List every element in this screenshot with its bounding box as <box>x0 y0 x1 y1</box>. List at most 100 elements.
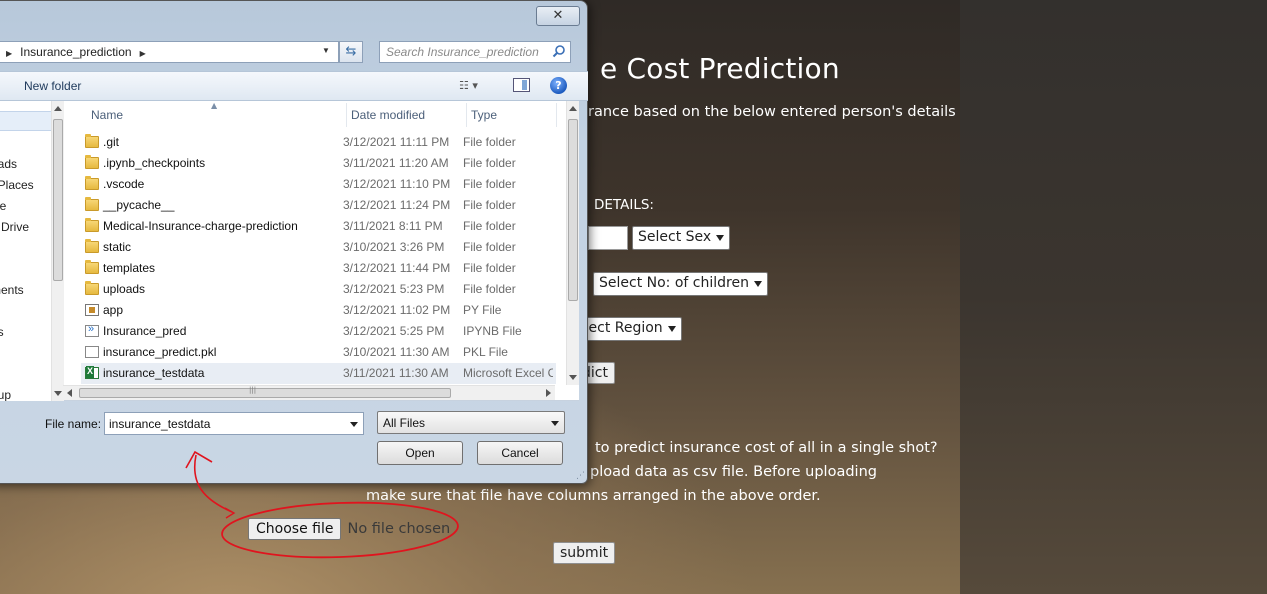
nav-item[interactable]: t Places <box>0 175 51 195</box>
file-date: 3/12/2021 11:10 PM <box>343 177 451 191</box>
file-row[interactable]: static 3/10/2021 3:26 PM File folder <box>81 237 556 258</box>
nav-item[interactable]: ments <box>0 280 51 300</box>
bulk-upload-line-3: make sure that file have columns arrange… <box>366 488 821 504</box>
files-scroll-thumb[interactable] <box>568 119 578 301</box>
details-label: DETAILS: <box>594 197 654 213</box>
file-name: .vscode <box>103 177 145 191</box>
close-button[interactable]: ✕ <box>536 6 580 26</box>
nav-item[interactable]: oads <box>0 154 51 174</box>
bulk-upload-line-2: pload data as csv file. Before uploading <box>590 464 877 480</box>
file-row[interactable]: Medical-Insurance-charge-prediction 3/11/… <box>81 216 556 237</box>
nav-item[interactable]: p <box>0 133 51 153</box>
notebook-file-icon <box>85 323 99 337</box>
address-dropdown-icon[interactable]: ▼ <box>322 46 330 55</box>
sex-select[interactable]: Select Sex <box>632 226 731 250</box>
refresh-button[interactable]: ⇆ <box>339 41 363 63</box>
scroll-left-icon[interactable] <box>67 389 72 397</box>
change-view-icon[interactable]: ☷ ▾ <box>459 79 478 92</box>
file-row[interactable]: insurance_testdata 3/11/2021 11:30 AM Micr… <box>81 363 556 384</box>
files-scrollbar[interactable] <box>566 101 579 385</box>
nav-item[interactable]: es <box>0 322 51 342</box>
column-date-label: Date modified <box>351 108 426 122</box>
address-path: Insurance_prediction <box>20 45 132 59</box>
bulk-upload-line-1: to predict insurance cost of all in a si… <box>595 440 938 456</box>
file-name: .git <box>103 135 120 149</box>
folder-icon <box>85 176 99 190</box>
nav-scrollbar[interactable] <box>51 101 64 401</box>
refresh-icon: ⇆ <box>345 44 357 59</box>
file-row[interactable]: insurance_predict.pkl 3/10/2021 11:30 AM P… <box>81 342 556 363</box>
file-row[interactable]: uploads 3/12/2021 5:23 PM File folder <box>81 279 556 300</box>
breadcrumb-arrow-icon: ▶ <box>6 49 13 58</box>
file-date: 3/12/2021 11:11 PM <box>343 135 450 149</box>
file-name: __pycache__ <box>103 198 175 212</box>
cancel-button[interactable]: Cancel <box>477 441 563 465</box>
file-date: 3/11/2021 8:11 PM <box>343 219 443 233</box>
horizontal-scroll-thumb[interactable] <box>79 388 451 398</box>
file-row[interactable]: __pycache__ 3/12/2021 11:24 PM File folder <box>81 195 556 216</box>
nav-scroll-thumb[interactable] <box>53 119 63 281</box>
file-row[interactable]: .git 3/12/2021 11:11 PM File folder <box>81 132 556 153</box>
file-name: static <box>103 240 132 254</box>
page-subtitle: rance based on the below entered person'… <box>588 104 956 120</box>
excel-file-icon <box>85 366 99 379</box>
folder-icon <box>85 281 99 295</box>
age-input[interactable] <box>588 226 628 250</box>
submit-button-label: submit <box>560 545 609 561</box>
nav-item[interactable]: ive <box>0 196 51 216</box>
file-name: uploads <box>103 282 146 296</box>
horizontal-scrollbar[interactable]: ||| <box>63 385 555 400</box>
address-bar[interactable]: ▶ Insurance_prediction ▶ ▼ <box>0 41 339 63</box>
column-header-date[interactable]: Date modified <box>347 103 467 127</box>
scroll-right-icon[interactable] <box>546 389 551 397</box>
file-type: Microsoft Excel C <box>463 366 553 380</box>
scroll-grip-icon: ||| <box>249 386 257 394</box>
file-date: 3/10/2021 11:30 AM <box>343 345 450 359</box>
file-name: .ipynb_checkpoints <box>103 156 206 170</box>
file-date: 3/12/2021 5:23 PM <box>343 282 445 296</box>
nav-item[interactable]: s <box>0 111 53 131</box>
file-row[interactable]: .ipynb_checkpoints 3/11/2021 11:20 AM File… <box>81 153 556 174</box>
nav-item[interactable]: e Drive <box>0 217 51 237</box>
scroll-up-icon[interactable] <box>569 106 577 111</box>
dialog-toolbar: New folder ☷ ▾ ? <box>0 71 588 101</box>
file-type: File folder <box>463 177 516 191</box>
chevron-down-icon <box>551 421 559 426</box>
nav-item[interactable]: oup <box>0 385 51 401</box>
open-button[interactable]: Open <box>377 441 463 465</box>
file-type: File folder <box>463 219 516 233</box>
choose-file-button[interactable]: Choose file <box>248 518 342 540</box>
region-select-label: elect Region <box>576 320 663 336</box>
file-type: File folder <box>463 261 516 275</box>
file-date: 3/10/2021 3:26 PM <box>343 240 445 254</box>
file-name-input[interactable]: insurance_testdata <box>104 412 364 435</box>
folder-icon <box>85 218 99 232</box>
file-type-select[interactable]: All Files <box>377 411 565 434</box>
chevron-down-icon[interactable] <box>350 422 358 427</box>
file-row[interactable]: app 3/12/2021 11:02 PM PY File <box>81 300 556 321</box>
sex-select-label: Select Sex <box>638 229 712 245</box>
breadcrumb-arrow-icon: ▶ <box>139 49 146 58</box>
help-icon[interactable]: ? <box>550 77 567 94</box>
file-name-label: File name: <box>45 417 102 431</box>
scroll-down-icon[interactable] <box>54 391 62 396</box>
scroll-up-icon[interactable] <box>54 106 62 111</box>
python-file-icon <box>85 304 99 316</box>
new-folder-button[interactable]: New folder <box>24 79 81 93</box>
file-row[interactable]: templates 3/12/2021 11:44 PM File folder <box>81 258 556 279</box>
submit-button[interactable]: submit <box>553 542 616 564</box>
file-name: app <box>103 303 124 317</box>
file-row[interactable]: Insurance_pred 3/12/2021 5:25 PM IPYNB Fil… <box>81 321 556 342</box>
file-chooser[interactable]: Choose file No file chosen <box>248 518 450 540</box>
preview-pane-icon[interactable] <box>513 78 530 92</box>
children-select[interactable]: Select No: of children <box>593 272 768 296</box>
file-name: Insurance_pred <box>103 324 187 338</box>
scroll-down-icon[interactable] <box>569 375 577 380</box>
file-date: 3/12/2021 11:02 PM <box>343 303 451 317</box>
children-select-label: Select No: of children <box>599 275 749 291</box>
file-row[interactable]: .vscode 3/12/2021 11:10 PM File folder <box>81 174 556 195</box>
no-file-chosen-text: No file chosen <box>347 521 451 537</box>
search-input[interactable]: Search Insurance_prediction <box>379 41 571 63</box>
column-header-type[interactable]: Type <box>467 103 557 127</box>
resize-grip-icon[interactable]: ⋰ <box>576 471 585 481</box>
